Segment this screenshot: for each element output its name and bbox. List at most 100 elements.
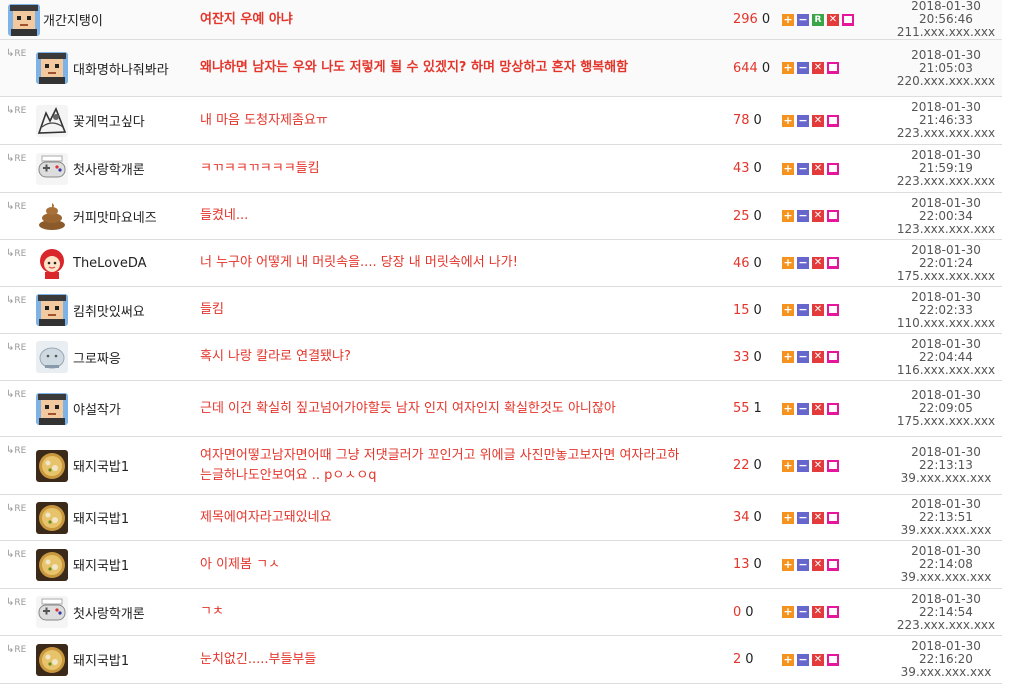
- soup-avatar[interactable]: [36, 501, 68, 534]
- downvote-count[interactable]: 0: [762, 12, 770, 27]
- face-avatar[interactable]: [36, 392, 68, 425]
- nickname[interactable]: 그로짜응: [73, 348, 121, 367]
- delete-button[interactable]: [827, 114, 839, 127]
- downvote-button[interactable]: −: [797, 653, 809, 666]
- upvote-button[interactable]: +: [782, 511, 794, 524]
- nickname[interactable]: 대화명하나줘봐라: [73, 59, 169, 78]
- report-button[interactable]: ✕: [812, 558, 824, 571]
- downvote-count[interactable]: 0: [754, 458, 762, 473]
- report-button[interactable]: ✕: [812, 351, 824, 363]
- upvote-button[interactable]: +: [782, 114, 794, 127]
- report-button[interactable]: ✕: [812, 606, 824, 618]
- comment-text[interactable]: 들켰네...: [200, 206, 690, 226]
- upvote-count[interactable]: 22: [733, 458, 750, 473]
- upvote-count[interactable]: 34: [733, 510, 750, 525]
- upvote-count[interactable]: 78: [733, 113, 750, 128]
- comment-text[interactable]: 제목에여자라고돼있네요: [200, 508, 690, 528]
- downvote-button[interactable]: −: [797, 304, 809, 316]
- downvote-count[interactable]: 0: [762, 61, 770, 76]
- comment-text[interactable]: 여자면어떻고남자면어때 그냥 저댓글러가 꼬인거고 위에글 사진만놓고보자면 여…: [200, 446, 690, 486]
- upvote-count[interactable]: 25: [733, 209, 750, 224]
- delete-button[interactable]: [827, 511, 839, 524]
- blob-avatar[interactable]: [36, 341, 68, 373]
- upvote-button[interactable]: +: [782, 606, 794, 618]
- downvote-button[interactable]: −: [797, 62, 809, 74]
- report-button[interactable]: ✕: [812, 62, 824, 74]
- downvote-count[interactable]: 0: [754, 113, 762, 128]
- delete-button[interactable]: [842, 13, 854, 26]
- comment-text[interactable]: 너 누구야 어떻게 내 머릿속을.... 당장 내 머릿속에서 나가!: [200, 253, 690, 273]
- comment-text[interactable]: 들킴: [200, 300, 690, 320]
- soup-avatar[interactable]: [36, 449, 68, 482]
- delete-button[interactable]: [827, 402, 839, 415]
- delete-button[interactable]: [827, 351, 839, 363]
- downvote-button[interactable]: −: [797, 257, 809, 269]
- delete-button[interactable]: [827, 459, 839, 472]
- nickname[interactable]: 돼지국밥1: [73, 456, 129, 475]
- downvote-count[interactable]: 0: [745, 605, 753, 620]
- delete-button[interactable]: [827, 606, 839, 618]
- nickname[interactable]: 꽃게먹고싶다: [73, 111, 145, 130]
- report-button[interactable]: ✕: [812, 304, 824, 316]
- report-button[interactable]: ✕: [812, 210, 824, 222]
- comment-text[interactable]: 근데 이건 확실히 짚고넘어가야할듯 남자 인지 여자인지 확실한것도 아니잖아: [200, 399, 690, 419]
- report-button[interactable]: ✕: [812, 653, 824, 666]
- report-button[interactable]: ✕: [812, 402, 824, 415]
- upvote-button[interactable]: +: [782, 653, 794, 666]
- controller-avatar[interactable]: [36, 152, 68, 185]
- downvote-button[interactable]: −: [797, 402, 809, 415]
- downvote-button[interactable]: −: [797, 511, 809, 524]
- sketch-avatar[interactable]: [36, 104, 68, 137]
- upvote-count[interactable]: 644: [733, 61, 758, 76]
- downvote-count[interactable]: 0: [745, 652, 753, 667]
- downvote-count[interactable]: 0: [754, 209, 762, 224]
- downvote-count[interactable]: 1: [754, 401, 762, 416]
- redhair-avatar[interactable]: [36, 247, 68, 279]
- upvote-count[interactable]: 0: [733, 605, 741, 620]
- upvote-count[interactable]: 15: [733, 303, 750, 318]
- face-avatar[interactable]: [8, 3, 40, 36]
- controller-avatar[interactable]: [36, 596, 68, 628]
- downvote-button[interactable]: −: [797, 558, 809, 571]
- delete-button[interactable]: [827, 257, 839, 269]
- nickname[interactable]: 킴취맛있써요: [73, 301, 145, 320]
- downvote-button[interactable]: −: [797, 459, 809, 472]
- report-button[interactable]: ✕: [812, 114, 824, 127]
- upvote-count[interactable]: 43: [733, 161, 750, 176]
- comment-text[interactable]: 왜냐하면 남자는 우와 나도 저렇게 될 수 있겠지? 하며 망상하고 혼자 행…: [200, 58, 690, 78]
- upvote-button[interactable]: +: [782, 162, 794, 175]
- report-button[interactable]: ✕: [812, 511, 824, 524]
- nickname[interactable]: 돼지국밥1: [73, 555, 129, 574]
- downvote-button[interactable]: −: [797, 13, 809, 26]
- comment-text[interactable]: 아 이제봄 ㄱㅅ: [200, 555, 690, 575]
- nickname[interactable]: 개간지탱이: [43, 10, 103, 29]
- nickname[interactable]: TheLoveDA: [73, 256, 147, 271]
- upvote-count[interactable]: 2: [733, 652, 741, 667]
- downvote-button[interactable]: −: [797, 606, 809, 618]
- upvote-count[interactable]: 55: [733, 401, 750, 416]
- downvote-button[interactable]: −: [797, 351, 809, 363]
- delete-button[interactable]: [827, 62, 839, 74]
- nickname[interactable]: 첫사랑학개론: [73, 159, 145, 178]
- upvote-button[interactable]: +: [782, 459, 794, 472]
- comment-text[interactable]: 눈치없긴.....부들부들: [200, 650, 690, 670]
- downvote-button[interactable]: −: [797, 114, 809, 127]
- downvote-count[interactable]: 0: [754, 510, 762, 525]
- report-button[interactable]: ✕: [812, 257, 824, 269]
- nickname[interactable]: 돼지국밥1: [73, 650, 129, 669]
- downvote-button[interactable]: −: [797, 162, 809, 175]
- upvote-button[interactable]: +: [782, 257, 794, 269]
- delete-button[interactable]: [827, 162, 839, 175]
- downvote-button[interactable]: −: [797, 210, 809, 222]
- upvote-button[interactable]: +: [782, 304, 794, 316]
- face-avatar[interactable]: [36, 52, 68, 84]
- downvote-count[interactable]: 0: [754, 350, 762, 365]
- soup-avatar[interactable]: [36, 548, 68, 581]
- poop-avatar[interactable]: [36, 200, 68, 232]
- report-button[interactable]: ✕: [827, 13, 839, 26]
- upvote-button[interactable]: +: [782, 351, 794, 363]
- downvote-count[interactable]: 0: [754, 161, 762, 176]
- upvote-count[interactable]: 296: [733, 12, 758, 27]
- upvote-count[interactable]: 33: [733, 350, 750, 365]
- comment-text[interactable]: 혹시 나랑 칼라로 연결됐냐?: [200, 347, 690, 367]
